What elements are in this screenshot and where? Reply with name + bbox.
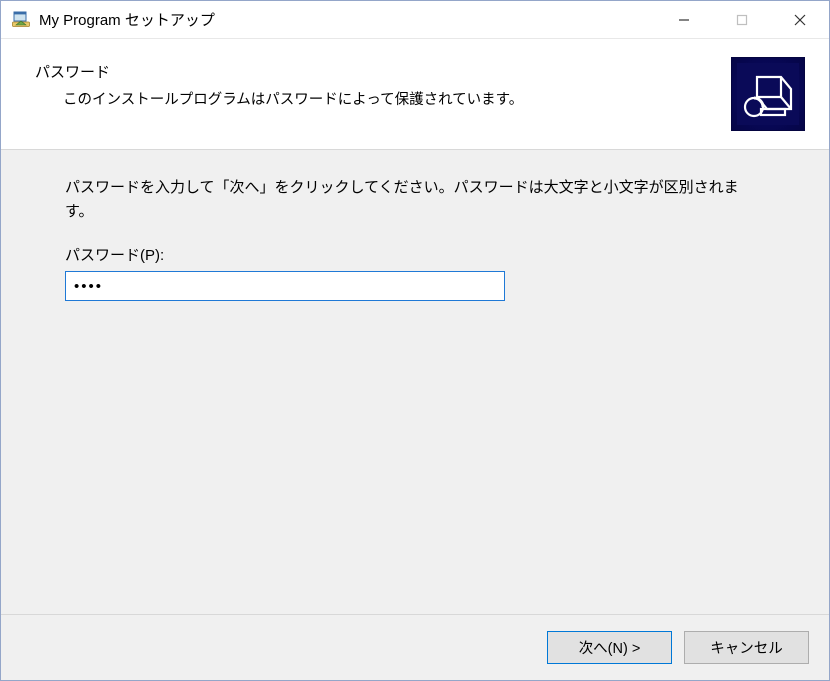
window-title: My Program セットアップ	[39, 9, 215, 30]
next-button[interactable]: 次へ(N) >	[547, 631, 672, 664]
close-button[interactable]	[771, 2, 829, 38]
cancel-button-label: キャンセル	[710, 637, 783, 658]
wizard-header-text: パスワード このインストールプログラムはパスワードによって保護されています。	[35, 57, 731, 109]
next-button-label: 次へ(N) >	[579, 637, 641, 658]
installer-graphic-icon	[731, 57, 805, 131]
password-input[interactable]	[65, 271, 505, 301]
wizard-body: パスワードを入力して「次へ」をクリックしてください。パスワードは大文字と小文字が…	[1, 150, 829, 614]
wizard-step-title: パスワード	[35, 61, 731, 82]
wizard-footer: 次へ(N) > キャンセル	[1, 614, 829, 680]
titlebar: My Program セットアップ	[1, 1, 829, 39]
installer-icon	[11, 10, 31, 30]
maximize-button	[713, 2, 771, 38]
password-label: パスワード(P):	[65, 244, 765, 265]
instruction-text: パスワードを入力して「次へ」をクリックしてください。パスワードは大文字と小文字が…	[65, 176, 765, 224]
wizard-header: パスワード このインストールプログラムはパスワードによって保護されています。	[1, 39, 829, 150]
wizard-step-subtitle: このインストールプログラムはパスワードによって保護されています。	[35, 88, 731, 109]
cancel-button[interactable]: キャンセル	[684, 631, 809, 664]
installer-window: My Program セットアップ パスワード このインストールプログラムはパス…	[0, 0, 830, 681]
minimize-button[interactable]	[655, 2, 713, 38]
